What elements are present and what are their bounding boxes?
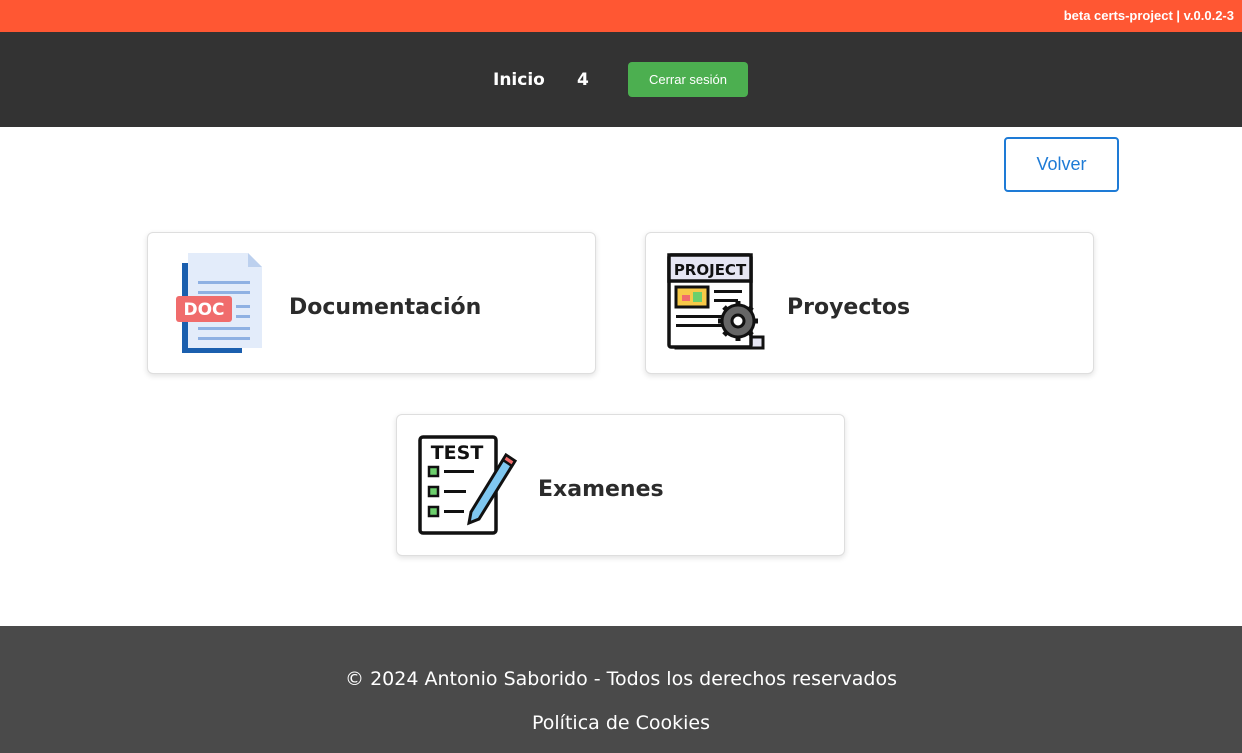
documentation-title: Documentación [289, 295, 482, 320]
test-checklist-icon: TEST [418, 435, 517, 535]
copyright-text: © 2024 Antonio Saborido - Todos los dere… [345, 668, 897, 690]
footer: © 2024 Antonio Saborido - Todos los dere… [0, 626, 1242, 753]
nav-count-link[interactable]: 4 [577, 70, 589, 90]
version-label: beta certs-project | v.0.0.2-3 [1063, 8, 1234, 23]
project-gear-icon: PROJECT [667, 253, 765, 350]
exams-card[interactable]: TEST Examenes [396, 414, 845, 556]
projects-title: Proyectos [787, 295, 911, 320]
back-button[interactable]: Volver [1004, 137, 1119, 192]
logout-button[interactable]: Cerrar sesión [628, 62, 748, 97]
test-icon-text: TEST [431, 442, 484, 464]
doc-icon-text: DOC [183, 300, 224, 320]
version-bar: beta certs-project | v.0.0.2-3 [0, 0, 1242, 32]
doc-file-icon: DOC [176, 253, 262, 353]
navbar: Inicio 4 Cerrar sesión [0, 32, 1242, 127]
cookies-policy-link[interactable]: Política de Cookies [0, 712, 1242, 734]
exams-title: Examenes [538, 477, 664, 502]
projects-card[interactable]: PROJECT Proyectos [645, 232, 1094, 374]
documentation-card[interactable]: DOC Documentación [147, 232, 596, 374]
nav-home-link[interactable]: Inicio [493, 70, 545, 90]
project-icon-text: PROJECT [674, 261, 747, 279]
